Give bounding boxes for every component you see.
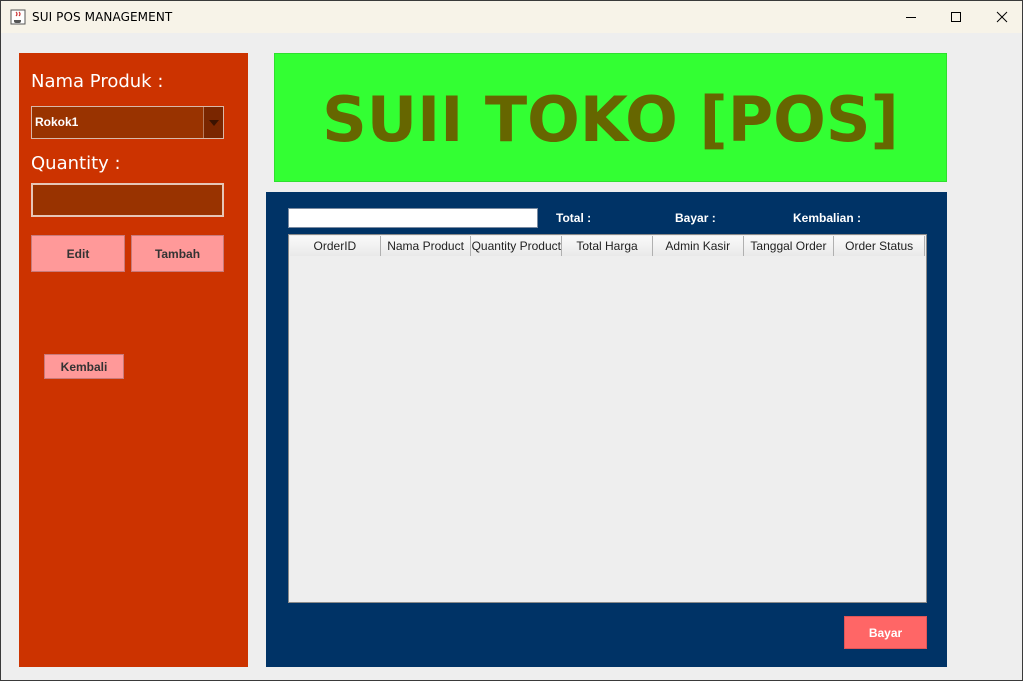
close-icon (996, 11, 1008, 23)
store-title: SUII TOKO [POS] (322, 83, 899, 156)
order-panel: Total : Bayar : Kembalian : OrderID Nama… (266, 192, 947, 667)
search-input[interactable] (288, 208, 538, 228)
column-header-admin-kasir[interactable]: Admin Kasir (652, 236, 744, 256)
window-title: SUI POS MANAGEMENT (32, 10, 173, 24)
total-label: Total : (556, 211, 592, 225)
kembalian-label: Kembalian : (793, 211, 862, 225)
column-header-tanggal-order[interactable]: Tanggal Order (743, 236, 835, 256)
column-header-order-status[interactable]: Order Status (834, 236, 926, 256)
content-area: Nama Produk : Rokok1 Quantity : Edit Tam… (1, 33, 1022, 680)
minimize-icon (906, 17, 916, 18)
table-header: OrderID Nama Product Quantity Product To… (290, 236, 926, 256)
quantity-input[interactable] (31, 183, 224, 217)
store-banner: SUII TOKO [POS] (274, 53, 947, 182)
column-header-nama-product[interactable]: Nama Product (380, 236, 472, 256)
kembali-button[interactable]: Kembali (44, 354, 124, 379)
minimize-button[interactable] (888, 1, 934, 33)
app-window: SUI POS MANAGEMENT Nama Produk : Rokok1 … (0, 0, 1023, 681)
nama-produk-label: Nama Produk : (31, 71, 164, 92)
bayar-button[interactable]: Bayar (844, 616, 927, 649)
quantity-label: Quantity : (31, 153, 121, 174)
column-header-orderid[interactable]: OrderID (290, 236, 381, 256)
maximize-button[interactable] (933, 1, 979, 33)
maximize-icon (951, 12, 961, 22)
product-select-value: Rokok1 (35, 115, 79, 129)
bayar-label: Bayar : (675, 211, 716, 225)
orders-table[interactable]: OrderID Nama Product Quantity Product To… (288, 234, 927, 603)
edit-button[interactable]: Edit (31, 235, 125, 272)
column-header-total-harga[interactable]: Total Harga (562, 236, 653, 256)
close-button[interactable] (979, 1, 1023, 33)
product-panel: Nama Produk : Rokok1 Quantity : Edit Tam… (19, 53, 248, 667)
title-bar: SUI POS MANAGEMENT (1, 1, 1022, 33)
tambah-button[interactable]: Tambah (131, 235, 224, 272)
column-header-quantity-product[interactable]: Quantity Product (471, 236, 563, 256)
java-cup-icon (10, 9, 26, 25)
product-select[interactable]: Rokok1 (31, 106, 224, 139)
chevron-down-icon[interactable] (203, 107, 223, 138)
